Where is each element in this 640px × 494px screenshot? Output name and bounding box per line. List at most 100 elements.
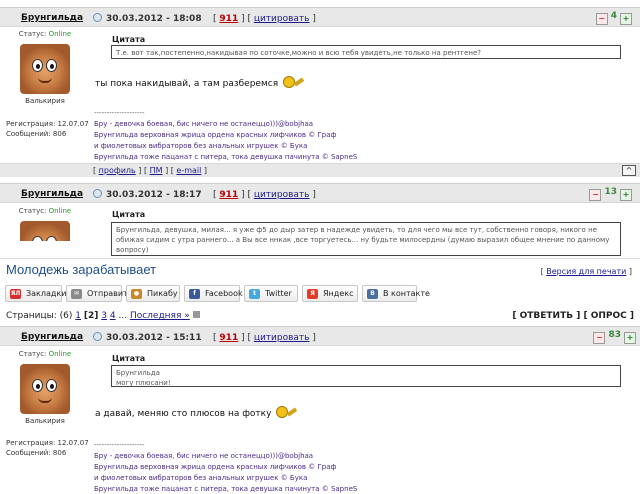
share-button-pikabu[interactable]: ● Пикабу — [126, 285, 180, 302]
email-link[interactable]: e-mail — [176, 166, 201, 175]
twitter-icon: t — [249, 289, 260, 299]
signature-line: Брунгильда тоже пацанат с питера, тока д… — [94, 153, 358, 161]
quote-link[interactable]: цитировать — [254, 333, 310, 343]
signature-line: Бру - девочка боевая, бис ничего не оста… — [94, 120, 314, 128]
pagination: Страницы: (6) 1 [2] 3 4 ... Последняя » — [6, 311, 200, 321]
avatar-clip — [0, 215, 90, 241]
vote-up-icon[interactable]: + — [620, 13, 632, 25]
status-online: Online — [48, 207, 72, 215]
share-button-vkontakte[interactable]: В В контакте — [362, 285, 430, 302]
page-jump-icon[interactable] — [192, 311, 200, 318]
post-number-link[interactable]: 911 — [219, 14, 238, 24]
share-bar: ЯЛ Закладки ✉ Отправить ● Пикабу f Facebook … — [0, 285, 640, 305]
avatar — [20, 221, 70, 241]
post-link-icon[interactable] — [93, 332, 102, 341]
pikabu-icon: ● — [131, 289, 142, 299]
share-button-facebook[interactable]: f Facebook — [184, 285, 243, 302]
post-body: ты пока накидывай, а там разберемся — [95, 76, 305, 89]
post-author-link[interactable]: Брунгильда — [21, 13, 83, 23]
vkontakte-icon: В — [367, 289, 378, 299]
post-date: 30.03.2012 - 18:08 — [106, 14, 202, 24]
post-author-link[interactable]: Брунгильда — [21, 189, 83, 199]
rating-score: 4 — [610, 11, 617, 21]
quote-title: Цитата — [112, 354, 146, 363]
avatar — [20, 44, 70, 94]
post-rating: −4 + — [595, 11, 632, 25]
quote-box: Брунгильда могу плюсани! — [111, 365, 621, 387]
post-header: Брунгильда 30.03.2012 - 18:08 [ 911 ] [ … — [0, 7, 640, 27]
quote-link[interactable]: цитировать — [254, 14, 310, 24]
poll-button[interactable]: ОПРОС — [591, 311, 627, 321]
vote-up-icon[interactable]: + — [624, 332, 636, 344]
pager-count: (6) — [59, 311, 73, 321]
topic-bar: Молодежь зарабатывает [ Версия для печат… — [0, 258, 640, 280]
mail-icon: ✉ — [71, 289, 82, 299]
profile-link[interactable]: профиль — [99, 166, 136, 175]
reply-button[interactable]: ОТВЕТИТЬ — [520, 311, 573, 321]
share-button-bookmarks[interactable]: ЯЛ Закладки — [5, 285, 66, 302]
user-stats: Регистрация: 12.07.07 Сообщений: 806 — [6, 119, 89, 139]
post-rating: −13 + — [589, 187, 632, 201]
signature: -------------------- Бру - девочка боева… — [94, 440, 357, 494]
quote-box: Брунгильда, девушка, милая... я уже ф5 д… — [111, 222, 621, 256]
topic-actions: [ ОТВЕТИТЬ ] [ ОПРОС ] — [512, 311, 634, 321]
quote-title: Цитата — [112, 210, 146, 219]
status-label: Статус: — [18, 350, 47, 358]
quote-title: Цитата — [112, 35, 146, 44]
topic-title: Молодежь зарабатывает — [6, 262, 157, 277]
page-link-last[interactable]: Последняя » — [130, 311, 190, 321]
message-count: Сообщений: 806 — [6, 130, 67, 138]
share-button-send[interactable]: ✉ Отправить — [66, 285, 132, 302]
author-sidebar: Статус: Online Валькирия — [0, 350, 90, 425]
pager-label: Страницы: — [6, 311, 57, 321]
vote-up-icon[interactable]: + — [620, 189, 632, 201]
avatar — [20, 364, 70, 414]
user-stats: Регистрация: 12.07.07 Сообщений: 806 — [6, 438, 89, 458]
status-online: Online — [48, 350, 72, 358]
print-version-link[interactable]: Версия для печати — [546, 267, 626, 276]
post-link-icon[interactable] — [93, 13, 102, 22]
post-number-link[interactable]: 911 — [219, 190, 238, 200]
key-icon — [293, 77, 305, 87]
share-button-yandex[interactable]: Я Яндекс — [302, 285, 358, 302]
registered-date: Регистрация: 12.07.07 — [6, 120, 89, 128]
page-current: [2] — [83, 311, 99, 321]
share-label: Пикабу — [147, 289, 178, 298]
quote-box: Т.е. вот так,постепенно,накидывая по сот… — [111, 45, 621, 59]
share-label: Яндекс — [323, 289, 354, 298]
status-label: Статус: — [18, 30, 47, 38]
post-number-link[interactable]: 911 — [219, 333, 238, 343]
vote-down-icon[interactable]: − — [589, 189, 602, 201]
quote-line: Брунгильда — [116, 369, 160, 377]
status-line: Статус: Online — [0, 30, 90, 38]
share-label: Facebook — [205, 289, 243, 298]
post-footer-links: [ профиль ] [ ПМ ] [ e-mail ] — [93, 166, 208, 175]
post-date: 30.03.2012 - 18:17 — [106, 190, 202, 200]
author-sidebar: Статус: Online — [0, 207, 90, 241]
signature-line: Брунгильда тоже пацанат с питера, тока д… — [94, 485, 358, 493]
signature-line: и фиолетовых вибраторов без анальных игр… — [94, 142, 308, 150]
key-icon — [287, 407, 298, 417]
scroll-top-button[interactable]: ^ — [622, 165, 636, 176]
signature-separator: -------------------- — [94, 109, 145, 117]
page-link-1[interactable]: 1 — [75, 311, 81, 321]
share-label: Twitter — [265, 289, 292, 298]
status-online: Online — [48, 30, 72, 38]
post-link-icon[interactable] — [93, 189, 102, 198]
yandex-bookmarks-icon: ЯЛ — [10, 289, 21, 299]
user-rank: Валькирия — [25, 97, 65, 105]
pm-link[interactable]: ПМ — [150, 166, 163, 175]
quote-link[interactable]: цитировать — [254, 190, 310, 200]
post-author-link[interactable]: Брунгильда — [21, 332, 83, 342]
quote-line: могу плюсани! — [116, 379, 171, 387]
page-link-4[interactable]: 4 — [110, 311, 116, 321]
post-header: Брунгильда 30.03.2012 - 15:11 [ 911 ] [ … — [0, 326, 640, 346]
page-link-3[interactable]: 3 — [101, 311, 107, 321]
post-header: Брунгильда 30.03.2012 - 18:17 [ 911 ] [ … — [0, 183, 640, 203]
vote-down-icon[interactable]: − — [593, 332, 606, 344]
share-label: В контакте — [383, 289, 430, 298]
share-button-twitter[interactable]: t Twitter — [244, 285, 298, 302]
vote-down-icon[interactable]: − — [595, 13, 608, 25]
share-label: Закладки — [26, 289, 67, 298]
rating-score: 13 — [604, 187, 617, 197]
